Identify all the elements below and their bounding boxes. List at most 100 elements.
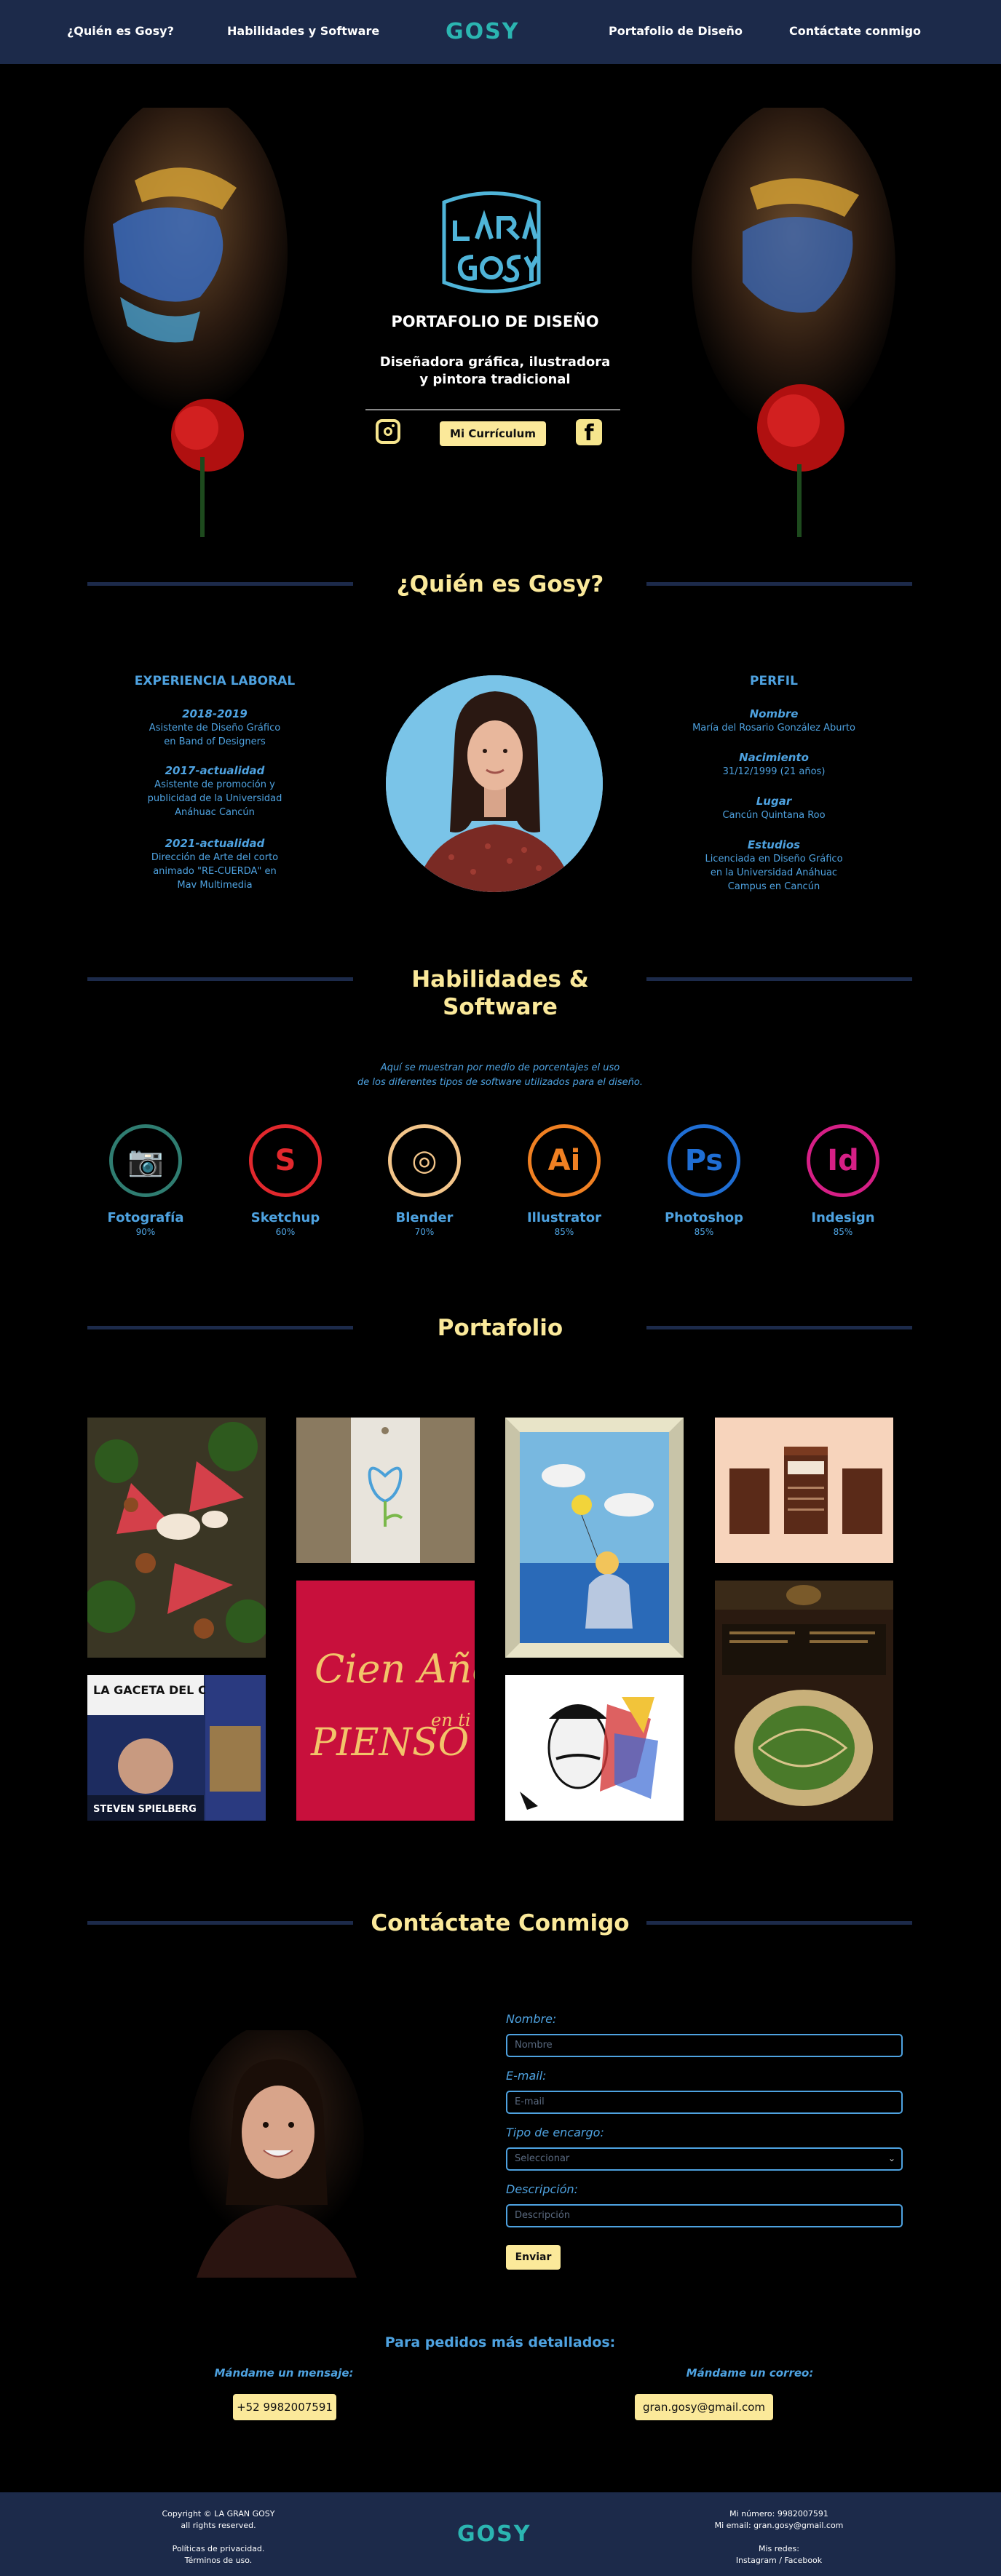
nav-link-skills[interactable]: Habilidades y Software (227, 24, 379, 38)
portfolio-item-cien-anos[interactable]: Cien Años PIENSO en ti (296, 1581, 475, 1821)
skill-name: Blender (395, 1210, 454, 1225)
profile-portrait (386, 675, 603, 892)
skill-illustrator: Ai Illustrator 85% (517, 1124, 612, 1237)
footer-social: Mis redes: Instagram / Facebook (699, 2543, 859, 2567)
profile-label: Nacimiento (739, 751, 809, 764)
profile-item: Lugar Cancún Quintana Roo (683, 795, 865, 822)
portfolio-item-coffee-cans[interactable] (715, 1418, 893, 1563)
type-label: Tipo de encargo: (506, 2126, 604, 2139)
camera-icon: 📷 (109, 1124, 182, 1197)
skill-glyph: ◎ (411, 1144, 438, 1177)
poster-spielberg-title: STEVEN SPIELBERG (93, 1804, 197, 1815)
hero-title: PORTAFOLIO DE DISEÑO (391, 313, 599, 330)
experience-line: Mav Multimedia (177, 880, 253, 891)
footer-contact: Mi número: 9982007591 Mi email: gran.gos… (699, 2508, 859, 2532)
skill-percent: 60% (275, 1227, 296, 1237)
profile-value: Cancún Quintana Roo (722, 810, 826, 821)
nav-link-portfolio[interactable]: Portafolio de Diseño (609, 24, 743, 38)
skills-heading-line2: Software (443, 994, 558, 1020)
profile-label: Nombre (749, 707, 799, 720)
skill-glyph: S (274, 1144, 296, 1177)
skill-name: Illustrator (526, 1210, 602, 1225)
contact-heading: Contáctate Conmigo (371, 1910, 630, 1936)
skills-description-line1: Aquí se muestran por medio de porcentaje… (380, 1062, 620, 1073)
skill-glyph: Id (827, 1144, 859, 1177)
skill-photoshop: Ps Photoshop 85% (657, 1124, 751, 1237)
nav-logo[interactable]: GOSY (446, 19, 519, 44)
nav-link-contact[interactable]: Contáctate conmigo (789, 24, 921, 38)
portfolio-item-gaceta-cine[interactable]: LA GACETA DEL CINE STEVEN SPIELBERG (87, 1675, 266, 1821)
phone-button[interactable]: +52 9982007591 (233, 2394, 336, 2420)
experience-item: 2021-actualidad Dirección de Arte del co… (124, 837, 306, 892)
poster-cien-text: Cien Años (314, 1646, 475, 1692)
experience-title: EXPERIENCIA LABORAL (134, 674, 296, 688)
experience-line: en Band of Designers (164, 736, 266, 747)
send-button[interactable]: Enviar (506, 2245, 561, 2270)
skill-name: Sketchup (250, 1210, 320, 1225)
section-divider-left (87, 977, 353, 981)
profile-item: Nombre María del Rosario González Aburto (683, 707, 865, 735)
name-input[interactable]: Nombre (506, 2034, 903, 2057)
section-divider-right (646, 1921, 912, 1925)
portfolio-item-watermelon[interactable] (87, 1418, 266, 1658)
profile-title: PERFIL (750, 674, 798, 688)
mail-label: Mándame un correo: (686, 2366, 814, 2380)
terms-link[interactable]: Términos de uso. (146, 2555, 291, 2567)
portfolio-item-map-layout[interactable] (715, 1581, 893, 1821)
skill-name: Indesign (811, 1210, 875, 1225)
description-input[interactable]: Descripción (506, 2204, 903, 2227)
section-divider-right (646, 582, 912, 586)
skill-glyph: 📷 (127, 1144, 164, 1178)
section-divider-left (87, 1326, 353, 1329)
contact-portrait (153, 2030, 400, 2278)
skill-indesign: Id Indesign 85% (796, 1124, 890, 1237)
indesign-icon: Id (807, 1124, 879, 1197)
skills-heading-line1: Habilidades & (411, 966, 589, 993)
message-label: Mándame un mensaje: (214, 2366, 354, 2380)
hero-subtitle-line1: Diseñadora gráfica, ilustradora (379, 354, 611, 370)
experience-item: 2018-2019 Asistente de Diseño Gráfico en… (124, 707, 306, 749)
skill-percent: 85% (554, 1227, 574, 1237)
footer-logo: GOSY (457, 2521, 531, 2547)
about-heading: ¿Quién es Gosy? (396, 571, 604, 597)
email-button[interactable]: gran.gosy@gmail.com (635, 2394, 773, 2420)
facebook-icon[interactable]: f (576, 419, 602, 445)
orders-title: Para pedidos más detallados: (384, 2334, 616, 2350)
section-divider-left (87, 1921, 353, 1925)
email-input[interactable]: E-mail (506, 2091, 903, 2114)
privacy-link[interactable]: Políticas de privacidad. (146, 2543, 291, 2555)
experience-line: Dirección de Arte del corto (151, 852, 279, 863)
email-label: E-mail: (506, 2069, 547, 2083)
skills-description: Aquí se muestran por medio de porcentaje… (318, 1061, 682, 1090)
footer-email: Mi email: gran.gosy@gmail.com (714, 2521, 844, 2530)
skill-percent: 85% (833, 1227, 853, 1237)
footer-social-links[interactable]: Instagram / Facebook (699, 2555, 859, 2567)
footer: Copyright © LA GRAN GOSY all rights rese… (0, 2492, 1001, 2576)
footer-legal: Políticas de privacidad. Términos de uso… (146, 2543, 291, 2567)
portfolio-item-window-illustration[interactable] (505, 1418, 684, 1658)
illustrator-icon: Ai (528, 1124, 601, 1197)
footer-number: Mi número: 9982007591 (729, 2509, 828, 2519)
curriculum-button[interactable]: Mi Currículum (440, 421, 546, 446)
nav-link-who[interactable]: ¿Quién es Gosy? (67, 24, 174, 38)
skill-name: Fotografía (107, 1210, 184, 1225)
portfolio-item-dali-illustration[interactable] (505, 1675, 684, 1821)
experience-line: Asistente de Diseño Gráfico (149, 723, 281, 734)
hero-divider (365, 409, 620, 410)
footer-copyright-line2: all rights reserved. (181, 2521, 256, 2530)
top-navbar: ¿Quién es Gosy? Habilidades y Software G… (0, 0, 1001, 64)
instagram-icon[interactable] (376, 419, 400, 444)
experience-line: Asistente de promoción y (154, 779, 275, 790)
name-label: Nombre: (506, 2012, 557, 2026)
blender-icon: ◎ (388, 1124, 461, 1197)
portfolio-item-bookmark[interactable] (296, 1418, 475, 1563)
skill-fotografia: 📷 Fotografía 90% (98, 1124, 193, 1237)
skill-percent: 85% (694, 1227, 714, 1237)
footer-social-label: Mis redes: (758, 2544, 799, 2553)
profile-value: 31/12/1999 (21 años) (722, 766, 826, 777)
experience-line: Anáhuac Cancún (175, 807, 255, 818)
profile-value: María del Rosario González Aburto (692, 723, 855, 734)
skill-sketchup: S Sketchup 60% (238, 1124, 333, 1237)
type-select[interactable]: Seleccionar ⌄ (506, 2147, 903, 2171)
footer-copyright-line1: Copyright © LA GRAN GOSY (162, 2509, 275, 2519)
